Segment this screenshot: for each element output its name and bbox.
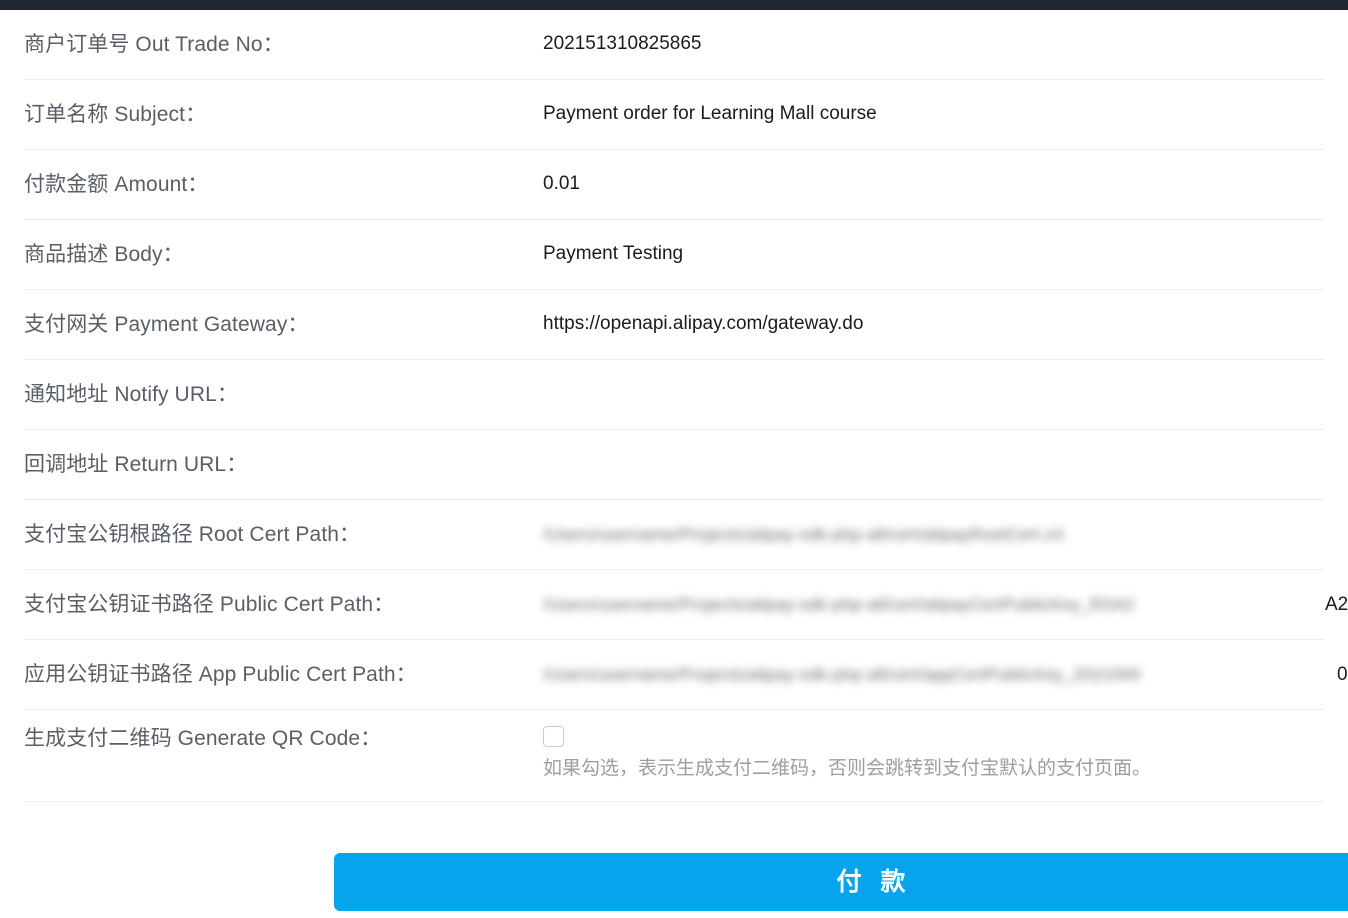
value-subject: Payment order for Learning Mall course <box>543 103 877 125</box>
redacted-visible-tail: 0 <box>1337 663 1348 685</box>
value-app-public-cert-path: /Users/username/Projects/alipay-sdk-php-… <box>543 662 1348 688</box>
value-payment-gateway: https://openapi.alipay.com/gateway.do <box>543 313 864 335</box>
value-root-cert-path: /Users/username/Projects/alipay-sdk-php-… <box>543 522 1324 548</box>
value-amount: 0.01 <box>543 173 580 195</box>
redacted-blur-text: /Users/username/Projects/alipay-sdk-php-… <box>543 664 1141 684</box>
row-amount: 付款金额 Amount： 0.01 <box>24 150 1324 220</box>
payment-details-form: 商户订单号 Out Trade No： 202151310825865 订单名称… <box>0 10 1348 802</box>
label-body: 商品描述 Body： <box>24 242 184 266</box>
label-payment-gateway: 支付网关 Payment Gateway： <box>24 312 309 336</box>
label-return-url: 回调地址 Return URL： <box>24 452 248 476</box>
value-body: Payment Testing <box>543 243 684 265</box>
row-generate-qr-code: 生成支付二维码 Generate QR Code： 如果勾选，表示生成支付二维码… <box>24 710 1324 802</box>
redacted-app-public-cert-path: /Users/username/Projects/alipay-sdk-php-… <box>543 662 1348 688</box>
label-generate-qr-code: 生成支付二维码 Generate QR Code： <box>24 727 382 750</box>
payment-confirmation-page: 商户订单号 Out Trade No： 202151310825865 订单名称… <box>0 0 1348 918</box>
label-app-public-cert-path: 应用公钥证书路径 App Public Cert Path： <box>24 662 417 686</box>
redacted-root-cert-path: /Users/username/Projects/alipay-sdk-php-… <box>543 522 1324 548</box>
pay-button[interactable]: 付 款 <box>334 853 1348 911</box>
footer-action-area: 付 款 <box>0 853 1348 918</box>
row-payment-gateway: 支付网关 Payment Gateway： https://openapi.al… <box>24 290 1324 360</box>
generate-qr-code-hint: 如果勾选，表示生成支付二维码，否则会跳转到支付宝默认的支付页面。 <box>543 758 1152 779</box>
value-out-trade-no: 202151310825865 <box>543 33 702 55</box>
value-public-cert-path: /Users/username/Projects/alipay-sdk-php-… <box>543 592 1348 618</box>
label-subject: 订单名称 Subject： <box>24 102 207 126</box>
redacted-public-cert-path: /Users/username/Projects/alipay-sdk-php-… <box>543 592 1348 618</box>
redacted-blur-text: /Users/username/Projects/alipay-sdk-php-… <box>543 594 1135 614</box>
row-body: 商品描述 Body： Payment Testing <box>24 220 1324 290</box>
value-generate-qr-code: 如果勾选，表示生成支付二维码，否则会跳转到支付宝默认的支付页面。 <box>543 726 1324 782</box>
top-bar <box>0 0 1348 10</box>
label-public-cert-path: 支付宝公钥证书路径 Public Cert Path： <box>24 592 395 616</box>
row-out-trade-no: 商户订单号 Out Trade No： 202151310825865 <box>24 10 1324 80</box>
row-root-cert-path: 支付宝公钥根路径 Root Cert Path： /Users/username… <box>24 500 1324 570</box>
row-app-public-cert-path: 应用公钥证书路径 App Public Cert Path： /Users/us… <box>24 640 1348 710</box>
redacted-blur-text: /Users/username/Projects/alipay-sdk-php-… <box>543 524 1064 544</box>
label-out-trade-no: 商户订单号 Out Trade No： <box>24 32 284 56</box>
row-return-url: 回调地址 Return URL： <box>24 430 1324 500</box>
generate-qr-code-checkbox[interactable] <box>543 726 564 747</box>
label-amount: 付款金额 Amount： <box>24 172 209 196</box>
row-notify-url: 通知地址 Notify URL： <box>24 360 1324 430</box>
label-notify-url: 通知地址 Notify URL： <box>24 382 238 406</box>
row-public-cert-path: 支付宝公钥证书路径 Public Cert Path： /Users/usern… <box>24 570 1348 640</box>
redacted-visible-tail: A2 <box>1325 593 1348 615</box>
label-root-cert-path: 支付宝公钥根路径 Root Cert Path： <box>24 522 361 546</box>
row-subject: 订单名称 Subject： Payment order for Learning… <box>24 80 1324 150</box>
